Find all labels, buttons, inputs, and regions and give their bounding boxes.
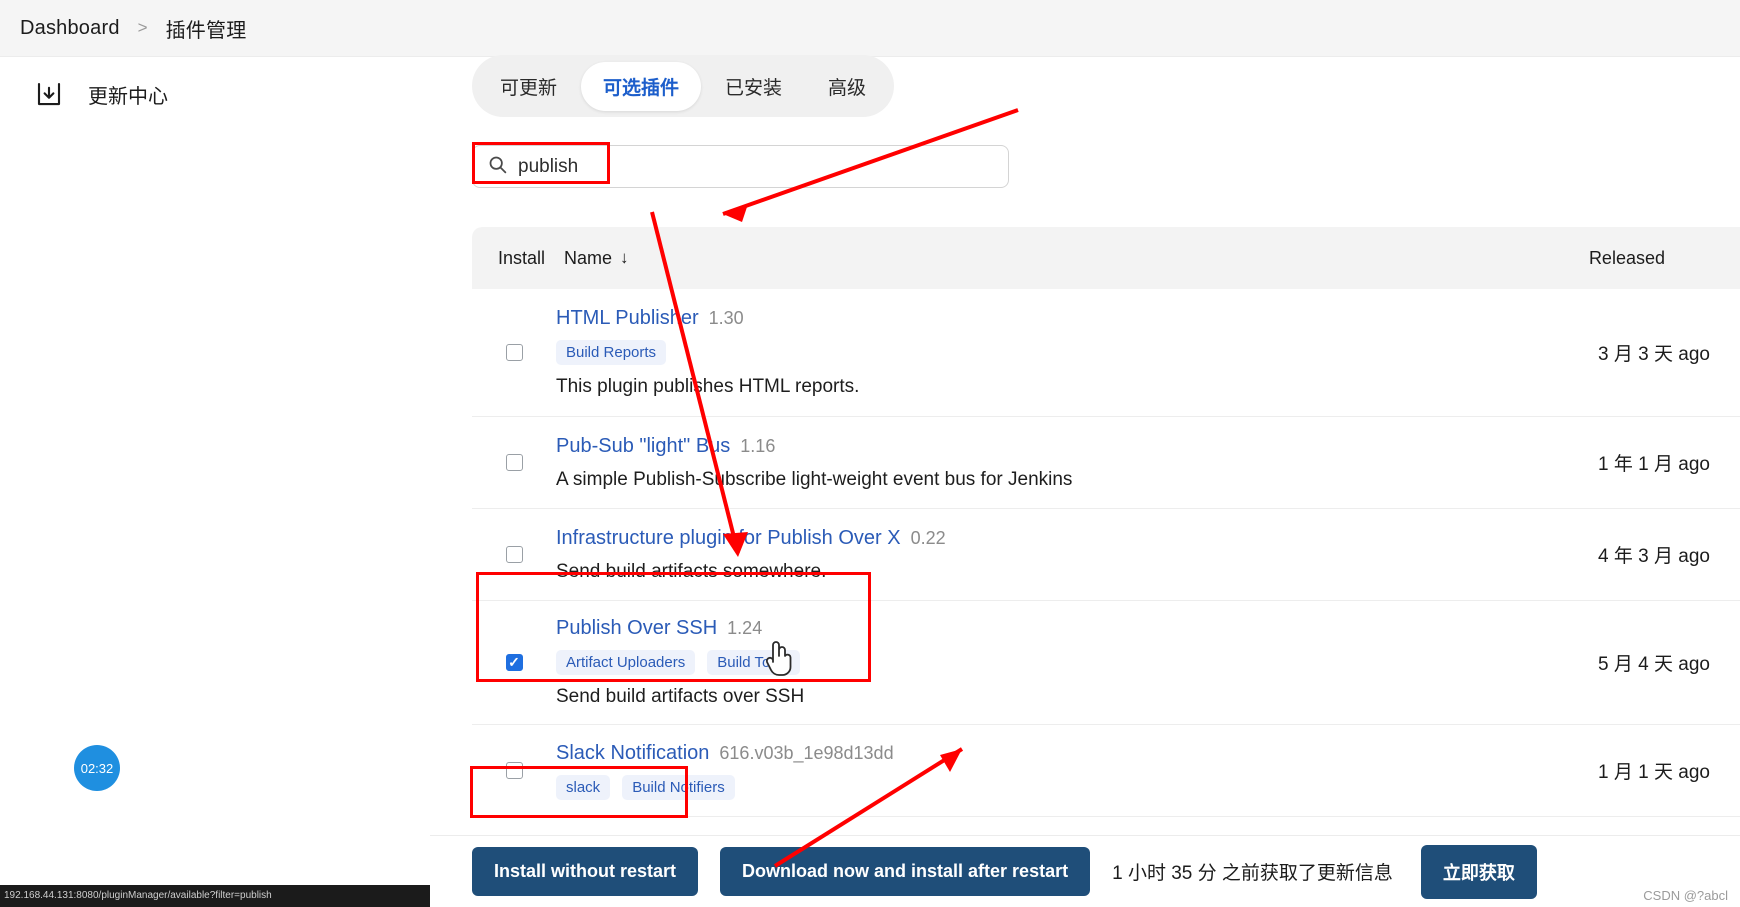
- plugin-released: 1 年 1 月 ago: [1598, 454, 1710, 475]
- install-checkbox[interactable]: [505, 546, 523, 563]
- fetch-now-button[interactable]: 立即获取: [1420, 844, 1537, 899]
- sidebar: 更新中心: [0, 57, 430, 907]
- breadcrumb-current[interactable]: 插件管理: [166, 14, 247, 43]
- plugin-released: 4 年 3 月 ago: [1598, 546, 1710, 567]
- install-checkbox-cell[interactable]: [472, 654, 556, 671]
- plugin-tags: Artifact Uploaders Build Tools: [556, 650, 1740, 675]
- status-url-text: 192.168.44.131:8080/pluginManager/availa…: [4, 890, 272, 901]
- tab-advanced[interactable]: 高级: [806, 62, 888, 111]
- sort-descending-icon[interactable]: ↓: [620, 248, 629, 268]
- plugin-released: 3 月 3 天 ago: [1598, 344, 1710, 365]
- plugin-name-link[interactable]: Publish Over SSH: [556, 617, 717, 640]
- plugin-description: Send build artifacts somewhere.: [556, 560, 827, 582]
- column-header-name[interactable]: Name: [564, 248, 612, 269]
- plugin-info: Pub-Sub "light" Bus 1.16 A simple Publis…: [556, 435, 1740, 491]
- update-info-note: 1 小时 35 分 之前获取了更新信息: [1112, 863, 1393, 884]
- search-box[interactable]: [472, 145, 1009, 188]
- table-header-row: Install Name ↓ Released: [472, 227, 1740, 289]
- plugin-tags: Build Reports: [556, 340, 1740, 365]
- column-header-install: Install: [498, 247, 546, 268]
- browser-status-strip: 192.168.44.131:8080/pluginManager/availa…: [0, 885, 430, 907]
- install-checkbox-cell[interactable]: [472, 546, 556, 563]
- plugin-name-link[interactable]: Slack Notification: [556, 742, 709, 765]
- plugin-version: 0.22: [910, 527, 946, 548]
- plugin-name-link[interactable]: Pub-Sub "light" Bus: [556, 435, 730, 458]
- column-header-released[interactable]: Released: [1589, 248, 1665, 269]
- tab-installed[interactable]: 已安装: [703, 62, 804, 111]
- plugin-tag[interactable]: Build Reports: [556, 340, 667, 365]
- search-icon: [487, 154, 508, 180]
- plugin-released: 5 月 4 天 ago: [1598, 654, 1710, 675]
- action-bar: Install without restart Download now and…: [430, 835, 1740, 907]
- plugin-tabs: 可更新 可选插件 已安装 高级: [472, 55, 895, 117]
- install-without-restart-button[interactable]: Install without restart: [472, 847, 699, 896]
- plugin-tag[interactable]: Build Tools: [707, 650, 800, 675]
- table-row-publish-over-ssh[interactable]: Publish Over SSH 1.24 Artifact Uploaders…: [472, 601, 1740, 725]
- timer-bubble[interactable]: 02:32: [74, 745, 120, 791]
- plugin-description: A simple Publish-Subscribe light-weight …: [556, 468, 1073, 490]
- plugin-table: Install Name ↓ Released HTML Publisher 1…: [472, 227, 1740, 817]
- install-checkbox[interactable]: [505, 762, 523, 779]
- breadcrumb-dashboard[interactable]: Dashboard: [20, 17, 120, 40]
- plugin-version: 1.16: [740, 435, 776, 456]
- install-checkbox[interactable]: [505, 454, 523, 471]
- plugin-tag[interactable]: Artifact Uploaders: [556, 650, 696, 675]
- plugin-name-link[interactable]: HTML Publisher: [556, 307, 699, 330]
- plugin-info: Slack Notification 616.v03b_1e98d13dd sl…: [556, 742, 1740, 800]
- sidebar-item-label: 更新中心: [88, 85, 168, 108]
- plugin-info: Publish Over SSH 1.24 Artifact Uploaders…: [556, 617, 1740, 708]
- install-checkbox[interactable]: [505, 654, 523, 671]
- download-icon: [34, 79, 64, 109]
- watermark: CSDN @?abcl: [1643, 888, 1728, 903]
- download-install-after-restart-button[interactable]: Download now and install after restart: [720, 847, 1091, 896]
- main-content: 可更新 可选插件 已安装 高级 Install Name ↓ Released: [430, 55, 1740, 907]
- plugin-version: 1.24: [727, 618, 763, 638]
- install-checkbox[interactable]: [505, 344, 523, 361]
- tab-updates[interactable]: 可更新: [478, 62, 579, 111]
- breadcrumb-separator-icon: >: [137, 18, 148, 37]
- plugin-released: 1 月 1 天 ago: [1598, 762, 1710, 783]
- install-checkbox-cell[interactable]: [472, 344, 556, 361]
- plugin-tags: slack Build Notifiers: [556, 774, 1740, 800]
- table-row[interactable]: Pub-Sub "light" Bus 1.16 A simple Publis…: [472, 417, 1740, 509]
- plugin-name-link[interactable]: Infrastructure plugin for Publish Over X: [556, 527, 901, 550]
- plugin-version: 1.30: [708, 308, 744, 328]
- search-input[interactable]: [518, 155, 978, 178]
- sidebar-item-update-center[interactable]: 更新中心: [0, 79, 430, 109]
- breadcrumb: Dashboard > 插件管理: [0, 0, 1740, 57]
- tab-available[interactable]: 可选插件: [581, 61, 702, 111]
- plugin-description: Send build artifacts over SSH: [556, 686, 805, 707]
- install-checkbox-cell[interactable]: [472, 454, 556, 471]
- plugin-info: HTML Publisher 1.30 Build Reports This p…: [556, 307, 1740, 398]
- table-row[interactable]: Slack Notification 616.v03b_1e98d13dd sl…: [472, 725, 1740, 817]
- plugin-tag[interactable]: slack: [556, 774, 611, 800]
- plugin-info: Infrastructure plugin for Publish Over X…: [556, 527, 1740, 583]
- plugin-description: This plugin publishes HTML reports.: [556, 376, 860, 397]
- plugin-manager-page: Dashboard > 插件管理 更新中心 可更新 可选插件 已安装 高级 pu…: [0, 0, 1740, 907]
- table-row[interactable]: HTML Publisher 1.30 Build Reports This p…: [472, 289, 1740, 417]
- plugin-tag[interactable]: Build Notifiers: [622, 774, 735, 800]
- install-checkbox-cell[interactable]: [472, 762, 556, 779]
- table-row[interactable]: Infrastructure plugin for Publish Over X…: [472, 509, 1740, 601]
- plugin-version: 616.v03b_1e98d13dd: [719, 742, 894, 763]
